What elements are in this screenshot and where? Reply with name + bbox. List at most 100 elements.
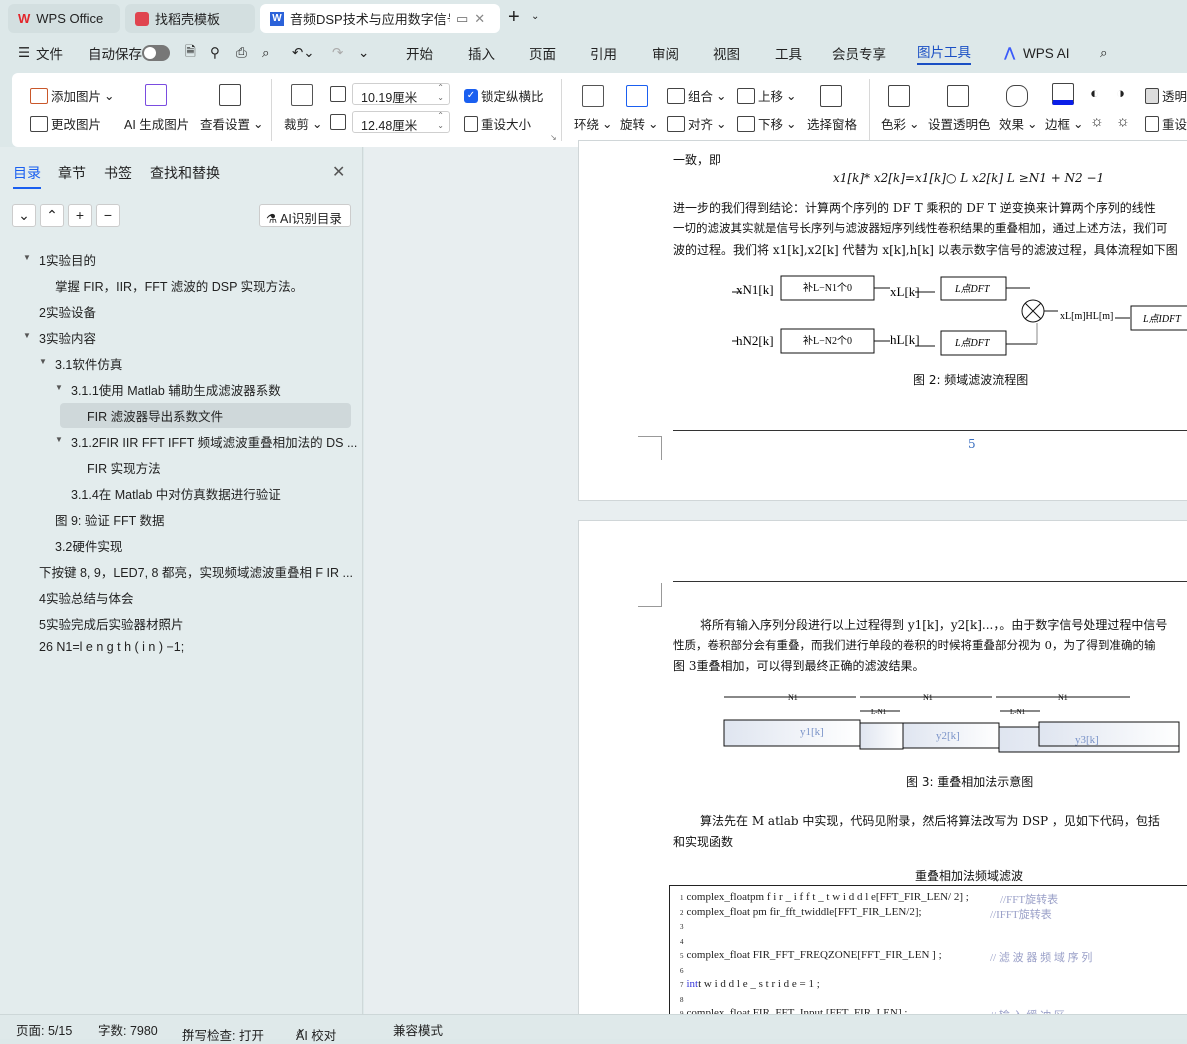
spell-check-toggle[interactable]: 拼写检查: 打开 ⌄ — [182, 1020, 264, 1043]
page-number: 5 — [968, 437, 976, 451]
tab-wps-office[interactable]: W WPS Office — [8, 4, 120, 33]
page-indicator[interactable]: 页面: 5/15 — [16, 1020, 72, 1039]
width-input[interactable]: 10.19厘米 — [352, 83, 450, 105]
expand-triangle-icon[interactable]: ▼ — [23, 331, 31, 340]
toc-item[interactable]: 掌握 FIR，IIR，FFT 滤波的 DSP 实现方法。 — [55, 276, 303, 295]
menu-member[interactable]: 会员专享 — [832, 43, 886, 63]
toc-item[interactable]: ▼ 3.1.1使用 Matlab 辅助生成滤波器系数 — [55, 380, 281, 399]
toc-item[interactable]: 26 N1=l e n g t h ( i n ) −1; — [39, 640, 184, 654]
code-comment: // 滤 波 器 频 域 序 列 — [990, 952, 1093, 964]
new-tab-plus-icon[interactable]: + — [508, 6, 520, 29]
transparency-button[interactable]: 透明 — [1145, 86, 1187, 105]
expand-triangle-icon[interactable]: ▼ — [39, 357, 47, 366]
bring-forward-button[interactable]: 上移 ⌄ — [737, 86, 797, 105]
tab-list-chevron-icon[interactable]: ⌄ — [531, 11, 539, 22]
toc-item[interactable]: 3.2硬件实现 — [55, 536, 122, 555]
collapse-up-button[interactable]: ⌃ — [40, 204, 64, 227]
group-button[interactable]: 组合 ⌄ — [667, 86, 727, 105]
search-icon[interactable]: ⌕ — [1100, 45, 1108, 61]
autosave-toggle[interactable] — [142, 45, 170, 61]
close-pane-icon[interactable]: ✕ — [332, 162, 345, 182]
effects-button[interactable]: 效果 ⌄ — [999, 114, 1038, 133]
line-number: 1 — [680, 894, 684, 902]
undo-icon[interactable]: ↶⌄ — [292, 45, 315, 61]
height-input[interactable]: 12.48厘米 — [352, 111, 450, 133]
menu-review[interactable]: 审阅 — [652, 43, 679, 63]
reset-size-button[interactable]: 重设大小 — [464, 114, 531, 133]
toc-item[interactable]: ▼ 3.1软件仿真 — [39, 354, 122, 373]
set-transparent-color-button[interactable]: 设置透明色 — [928, 114, 991, 133]
toc-item[interactable]: 2实验设备 — [39, 302, 96, 321]
contrast-down-icon[interactable]: ◑ — [1116, 85, 1125, 102]
tab-bookmarks[interactable]: 书签 — [104, 163, 132, 183]
change-image-button[interactable]: 更改图片 — [30, 114, 101, 133]
brightness-down-icon[interactable]: ☼ — [1116, 113, 1130, 130]
format-painter-icon[interactable]: ⚲ — [210, 45, 220, 61]
add-image-button[interactable]: 添加图片 ⌄ — [30, 86, 115, 105]
tab-find-replace[interactable]: 查找和替换 — [150, 163, 220, 183]
toc-item[interactable]: 下按键 8, 9，LED7, 8 都亮，实现频域滤波重叠相 F IR ... — [39, 562, 353, 581]
toc-item[interactable]: 5实验完成后实验器材照片 — [39, 614, 183, 633]
menu-picture-tools[interactable]: 图片工具 — [917, 41, 971, 65]
ai-generate-image-button[interactable]: AI 生成图片 — [124, 114, 189, 133]
color-button[interactable]: 色彩 ⌄ — [881, 114, 920, 133]
line-number: 2 — [680, 908, 684, 917]
reset-size-icon — [464, 115, 478, 132]
toc-item[interactable]: 图 9: 验证 FFT 数据 — [55, 510, 165, 529]
menu-view[interactable]: 视图 — [713, 43, 740, 63]
fig2-idft-box: L点IDFT — [1142, 313, 1182, 325]
menu-insert[interactable]: 插入 — [468, 43, 495, 63]
menu-file[interactable]: 文件 — [36, 43, 63, 63]
monitor-icon[interactable]: ▭ — [456, 11, 468, 27]
menu-references[interactable]: 引用 — [590, 43, 617, 63]
contrast-up-icon[interactable]: ◐ — [1090, 85, 1099, 102]
dialog-launcher-icon[interactable]: ↘ — [550, 133, 557, 142]
overlap-add-diagram[interactable]: N1 N1 N1 L-N1 L-N1 y1[k] y2[k] y3[k] — [720, 688, 1187, 758]
brightness-up-icon[interactable]: ☼ — [1090, 113, 1104, 130]
tab-docer-templates[interactable]: 找稻壳模板 — [125, 4, 255, 33]
print-preview-icon[interactable]: ⌕ — [262, 45, 270, 61]
tab-toc[interactable]: 目录 — [13, 163, 41, 189]
redo-icon[interactable]: ↷ — [332, 45, 343, 61]
toc-item[interactable]: ▼ 1实验目的 — [23, 250, 96, 269]
toc-item[interactable]: FIR 滤波器导出系数文件 — [60, 403, 351, 428]
menu-home[interactable]: 开始 — [406, 43, 433, 63]
expand-triangle-icon[interactable]: ▼ — [55, 383, 63, 392]
code-line: 8 — [680, 993, 687, 1005]
crop-button[interactable]: 裁剪 ⌄ — [284, 114, 323, 133]
reset-picture-button[interactable]: 重设 — [1145, 114, 1187, 133]
collapse-down-button[interactable]: ⌄ — [12, 204, 36, 227]
toc-item[interactable]: FIR 实现方法 — [87, 458, 161, 477]
expand-triangle-icon[interactable]: ▼ — [23, 253, 31, 262]
tab-document[interactable]: W 音频DSP技术与应用数字信号 ▭ ✕ — [260, 4, 500, 33]
toc-item[interactable]: ▼ 3.1.2FIR IIR FFT IFFT 频域滤波重叠相加法的 DS ... — [55, 432, 357, 451]
toc-item[interactable]: ▼ 3实验内容 — [23, 328, 96, 347]
ai-proofread-button[interactable]: ⌕ AI 校对 ⌄ — [296, 1020, 336, 1043]
print-icon[interactable]: ⎙ — [236, 45, 247, 61]
word-count[interactable]: 字数: 7980 — [98, 1020, 158, 1039]
tab-chapters[interactable]: 章节 — [58, 163, 86, 183]
border-button[interactable]: 边框 ⌄ — [1045, 114, 1084, 133]
toc-item[interactable]: 4实验总结与体会 — [39, 588, 133, 607]
more-chevron-icon[interactable]: ⌄ — [358, 45, 369, 61]
send-backward-button[interactable]: 下移 ⌄ — [737, 114, 797, 133]
menu-tools[interactable]: 工具 — [775, 43, 802, 63]
align-button[interactable]: 对齐 ⌄ — [667, 114, 727, 133]
selection-pane-button[interactable]: 选择窗格 — [807, 114, 857, 133]
remove-heading-button[interactable]: − — [96, 204, 120, 227]
add-heading-button[interactable]: + — [68, 204, 92, 227]
view-settings-button[interactable]: 查看设置 ⌄ — [200, 114, 264, 133]
ai-toc-button[interactable]: ⚗ AI识别目录 — [259, 204, 351, 227]
save-icon[interactable]: 🗎 — [185, 42, 196, 65]
lock-ratio-checkbox[interactable]: ✓ 锁定纵横比 — [464, 86, 544, 105]
toc-item[interactable]: 3.1.4在 Matlab 中对仿真数据进行验证 — [71, 484, 281, 503]
frequency-filter-flow-diagram[interactable]: xN1[k] hN2[k] 补L−N1个0 补L−N2个0 xL[k] hL[k… — [720, 268, 1187, 368]
expand-triangle-icon[interactable]: ▼ — [55, 435, 63, 444]
close-tab-icon[interactable]: ✕ — [474, 11, 485, 27]
hamburger-icon[interactable]: ☰ — [18, 45, 30, 61]
wrap-button[interactable]: 环绕 ⌄ — [574, 114, 613, 133]
rotate-button[interactable]: 旋转 ⌄ — [620, 114, 659, 133]
menu-wps-ai[interactable]: WPS AI — [1023, 46, 1070, 61]
menu-page[interactable]: 页面 — [529, 43, 556, 63]
code-block[interactable]: 1 complex_floatpm f i r _ i f f t _ t w i… — [669, 885, 1187, 1025]
